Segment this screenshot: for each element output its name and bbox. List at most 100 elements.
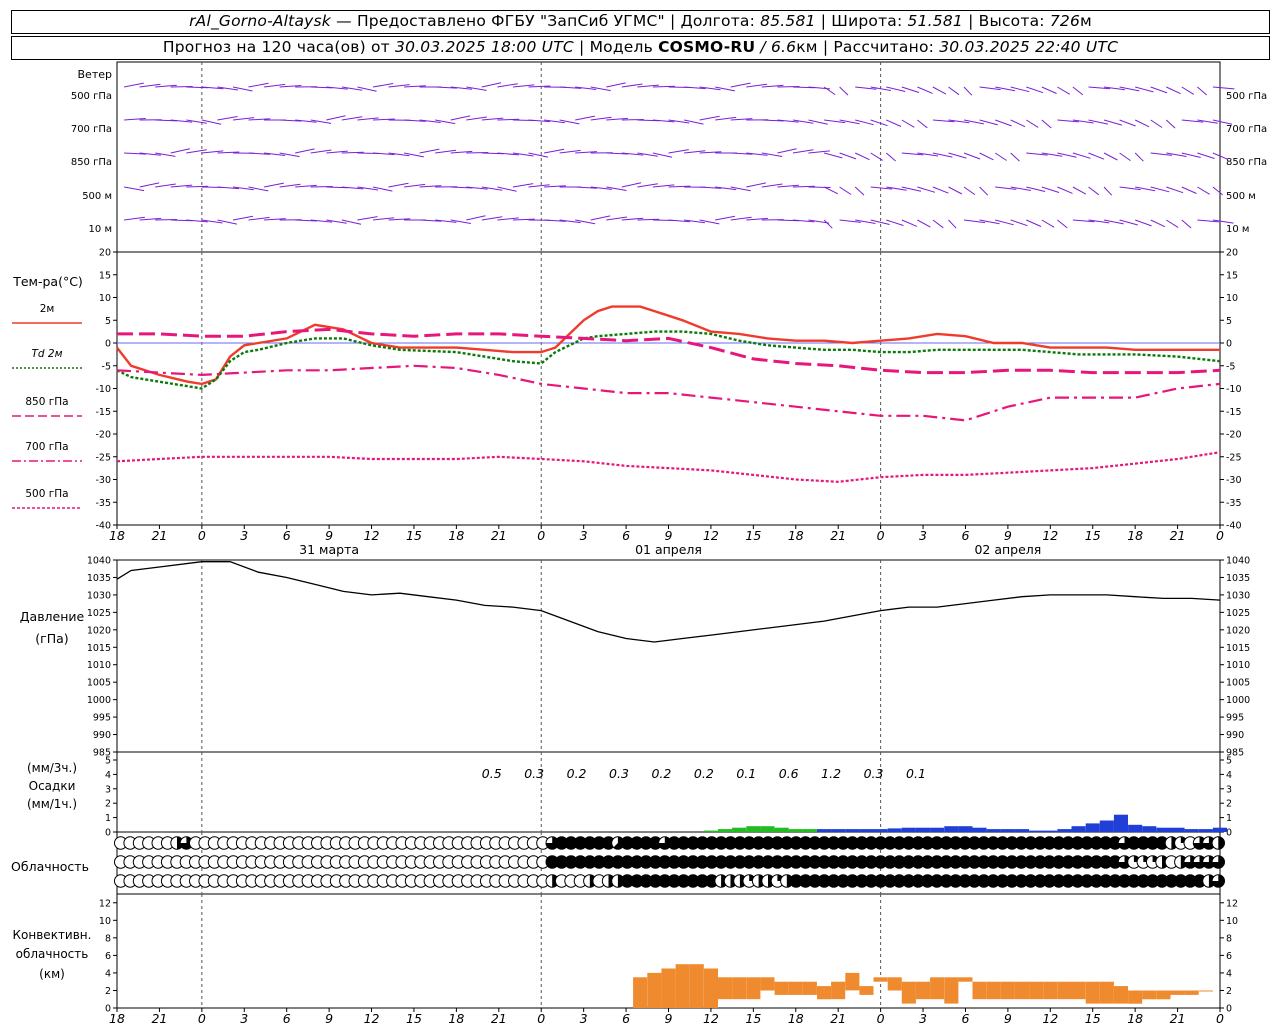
- temp-legend-label: 2м: [40, 303, 55, 315]
- precip-bar: [1184, 829, 1199, 832]
- precip-tick-label: 2: [105, 799, 111, 810]
- time-tick-label: 18: [788, 528, 804, 543]
- time-tick-label-bottom: 18: [1127, 1011, 1143, 1024]
- date-label: 01 апреля: [635, 542, 702, 557]
- wind-barb: [1026, 219, 1042, 227]
- precip-bar: [1170, 827, 1185, 832]
- wind-barb: [201, 119, 222, 125]
- temp-tick-label-right: -40: [1226, 521, 1242, 532]
- cloud-fill: [1218, 836, 1225, 850]
- time-tick-label: 18: [1127, 528, 1143, 543]
- temp-tick-label: -10: [95, 384, 111, 395]
- wind-title: Ветер: [78, 68, 112, 81]
- wind-barb: [466, 215, 486, 221]
- conv-bar: [831, 981, 846, 1000]
- precip-bar: [1212, 827, 1227, 832]
- pressure-tick-label-right: 1040: [1226, 556, 1250, 567]
- precip-bar: [901, 827, 916, 832]
- conv-bar: [873, 977, 888, 982]
- wind-barb: [808, 150, 830, 154]
- temp-tick-label: -35: [95, 498, 111, 509]
- wind-barb: [1150, 119, 1163, 128]
- panel-frame-pres: [116, 559, 1221, 753]
- time-tick-label-bottom: 21: [1170, 1011, 1186, 1024]
- wind-barb: [994, 152, 1007, 161]
- precip-3h-label: 0.3: [524, 766, 544, 781]
- wind-barb: [1010, 119, 1026, 128]
- precip-bar: [831, 829, 846, 832]
- wind-barb: [341, 219, 362, 225]
- pressure-unit: (гПа): [35, 631, 68, 646]
- conv-bar: [1000, 981, 1015, 1000]
- cloud-symbol: [1211, 874, 1226, 888]
- precip-bar: [1057, 829, 1072, 832]
- conv-bar: [774, 981, 789, 995]
- panel-frame-prec: [116, 751, 1221, 833]
- precip-bar: [944, 826, 959, 832]
- wind-barb: [901, 219, 918, 227]
- time-tick-label: 0: [537, 528, 545, 543]
- time-tick-label-bottom: 0: [1216, 1011, 1224, 1024]
- precip-tick-label-right: 4: [1226, 770, 1232, 781]
- date-label: 31 марта: [299, 542, 359, 557]
- time-tick-label: 12: [364, 528, 380, 543]
- wind-barb: [1134, 119, 1150, 128]
- wind-barb: [823, 186, 839, 195]
- conv-bar: [1043, 981, 1058, 1000]
- time-tick-label: 3: [580, 528, 588, 543]
- pressure-tick-label: 1010: [87, 660, 111, 671]
- conv-tick-label: 8: [105, 933, 111, 944]
- wind-barb: [1181, 219, 1192, 229]
- conv-bar: [746, 977, 761, 1000]
- wind-barb: [1150, 219, 1166, 228]
- wind-barb: [823, 152, 843, 159]
- temp-legend-label: 500 гПа: [25, 488, 68, 500]
- conv-bar: [788, 981, 803, 995]
- precip-bar: [916, 827, 931, 832]
- wind-barb: [1010, 152, 1020, 162]
- wind-barb: [917, 86, 933, 94]
- precip-bar: [1099, 820, 1114, 832]
- precip-3h-label: 0.2: [567, 766, 587, 781]
- wind-barb: [948, 86, 960, 96]
- precip-3h-label: 0.2: [651, 766, 671, 781]
- time-tick-label-bottom: 15: [1085, 1011, 1101, 1024]
- temp-tick-label-right: -35: [1226, 498, 1242, 509]
- wind-level-label-right: 500 м: [1226, 191, 1256, 202]
- wind-barb: [1181, 152, 1201, 158]
- conv-bar: [1170, 990, 1185, 995]
- conv-bar: [1099, 981, 1114, 1004]
- pressure-tick-label-right: 990: [1226, 730, 1244, 741]
- pressure-tick-label-right: 1025: [1226, 608, 1250, 619]
- temp-legend-label: 850 гПа: [25, 396, 68, 408]
- temp-tick-label-right: 5: [1226, 316, 1232, 327]
- wind-barb: [948, 186, 963, 195]
- wind-barb: [932, 186, 949, 194]
- time-tick-label: 15: [406, 528, 422, 543]
- conv-bar: [958, 977, 973, 982]
- precip-3h-label: 0.3: [609, 766, 629, 781]
- date-label: 02 апреля: [974, 542, 1041, 557]
- precip-bar: [859, 829, 874, 832]
- wind-barb: [1212, 186, 1224, 196]
- wind-barb: [995, 219, 1014, 226]
- conv-bar: [703, 968, 718, 1008]
- wind-barb: [1165, 119, 1176, 129]
- time-tick-label: 15: [1085, 528, 1101, 543]
- temp-tick-label: 0: [105, 339, 111, 350]
- wind-barb: [1181, 186, 1197, 194]
- conv-bar: [1128, 990, 1143, 1004]
- time-tick-label-bottom: 3: [919, 1011, 927, 1024]
- pressure-tick-label: 1005: [87, 678, 111, 689]
- wind-level-label: 700 гПа: [71, 124, 112, 135]
- precip-3h-label: 0.1: [736, 766, 756, 781]
- pressure-tick-label-right: 1010: [1226, 660, 1250, 671]
- conv-bar: [1029, 981, 1044, 1000]
- time-tick-label-bottom: 12: [364, 1011, 380, 1024]
- pressure-tick-label: 1040: [87, 556, 111, 567]
- wind-barb: [917, 219, 931, 228]
- wind-barb: [357, 86, 377, 92]
- precip-unit-1h: (мм/1ч.): [27, 797, 77, 811]
- wind-barb: [808, 119, 828, 125]
- wind-barb: [1197, 186, 1210, 195]
